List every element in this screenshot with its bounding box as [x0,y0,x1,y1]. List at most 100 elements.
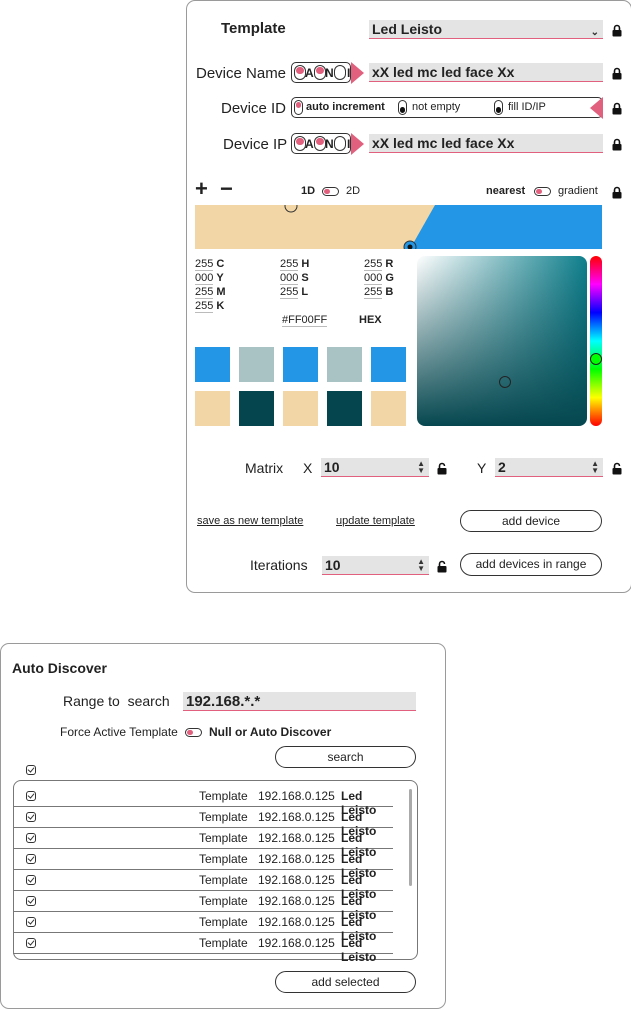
cmyk-c[interactable]: 255 C [195,258,224,271]
table-row[interactable]: Template 192.168.0.125 Led Leisto [13,911,393,943]
hue-slider[interactable] [590,256,602,426]
gradient-bar[interactable] [195,199,602,254]
swatch[interactable] [195,347,230,382]
row-checkbox[interactable] [26,791,36,801]
swatch[interactable] [327,347,362,382]
lock-icon[interactable] [612,138,622,151]
lock-icon[interactable] [612,102,622,115]
add-devices-in-range-button[interactable]: add devices in range [460,553,602,576]
template-select-value: Led Leisto [372,21,443,37]
device-ip-input[interactable]: xX led mc led face Xx [369,134,603,153]
range-input[interactable]: 192.168.*.* [183,692,416,711]
row-template: Template [199,831,248,845]
toggle-i[interactable] [334,136,346,151]
row-checkbox[interactable] [26,938,36,948]
interpolation-toggle[interactable] [534,187,551,196]
update-template-link[interactable]: update template [336,515,415,527]
force-template-label: Force Active Template [60,725,178,739]
swatch[interactable] [239,347,274,382]
hue-handle[interactable] [590,353,602,365]
stepper-icon[interactable]: ▲ ▼ [591,460,599,475]
device-name-ani-toggles[interactable]: A N I [291,62,351,83]
row-ip: 192.168.0.125 [258,789,335,803]
letter-i: I [347,137,351,151]
hex-input[interactable]: #FF00FF [282,314,328,327]
dimension-toggle[interactable] [322,187,339,196]
add-device-button[interactable]: add device [460,510,602,532]
table-row[interactable]: Template 192.168.0.125 Led Leisto [13,848,393,880]
table-row[interactable]: Template 192.168.0.125 Led Leisto [13,869,393,901]
template-label: Template [221,20,286,37]
hsl-l[interactable]: 255 L [280,286,308,299]
row-template: Template [199,852,248,866]
device-ip-ani-toggles[interactable]: A N I [291,133,351,154]
swatch[interactable] [195,391,230,426]
rgb-b[interactable]: 255 B [364,286,393,299]
row-ip: 192.168.0.125 [258,894,335,908]
select-all-checkbox[interactable] [26,765,36,775]
hsl-s[interactable]: 000 S [280,272,309,285]
row-name: Led Leisto [341,936,377,964]
scrollbar[interactable] [409,789,412,886]
lock-icon[interactable] [612,186,622,199]
row-checkbox[interactable] [26,812,36,822]
matrix-x-input[interactable]: 10 ▲ ▼ [321,458,429,477]
table-row[interactable]: Template 192.168.0.125 Led Leisto [13,932,393,964]
auto-increment-toggle[interactable] [294,100,303,115]
force-template-value[interactable]: Null or Auto Discover [209,725,331,739]
hsl-h[interactable]: 255 H [280,258,309,271]
swatch[interactable] [371,347,406,382]
swatch[interactable] [371,391,406,426]
row-ip: 192.168.0.125 [258,873,335,887]
device-ip-label: Device IP [223,136,288,153]
not-empty-toggle[interactable] [398,100,407,115]
matrix-y-input[interactable]: 2 ▲ ▼ [495,458,603,477]
device-id-options: auto increment not empty fill ID/IP [291,97,603,118]
lock-icon[interactable] [612,24,622,37]
rgb-r[interactable]: 255 R [364,258,393,271]
cmyk-k[interactable]: 255 K [195,300,224,313]
unlock-icon[interactable] [612,462,622,475]
add-selected-button[interactable]: add selected [275,971,416,993]
not-empty-label: not empty [412,101,461,113]
add-stop-button[interactable]: + [195,178,208,200]
device-ip-arrow-icon [351,133,364,155]
swatch[interactable] [239,391,274,426]
unlock-icon[interactable] [437,462,447,475]
swatch[interactable] [283,391,318,426]
cmyk-m[interactable]: 255 M [195,286,226,299]
swatch[interactable] [327,391,362,426]
remove-stop-button[interactable]: − [220,178,233,200]
picker-handle[interactable] [499,376,511,388]
toggle-i[interactable] [334,65,346,80]
search-button[interactable]: search [275,746,416,768]
stepper-icon[interactable]: ▲ ▼ [417,558,425,573]
force-template-toggle[interactable] [185,728,202,737]
table-row[interactable]: Template 192.168.0.125 Led Leisto [13,827,393,859]
hex-label: HEX [359,314,382,326]
swatch[interactable] [283,347,318,382]
template-select[interactable]: Led Leisto ⌄ [369,20,603,39]
rgb-g[interactable]: 000 G [364,272,394,285]
row-template: Template [199,915,248,929]
color-picker-area[interactable] [417,256,587,426]
fill-id-ip-toggle[interactable] [494,100,503,115]
row-checkbox[interactable] [26,854,36,864]
row-checkbox[interactable] [26,833,36,843]
cmyk-y[interactable]: 000 Y [195,272,224,285]
table-row[interactable]: Template 192.168.0.125 Led Leisto [13,785,393,817]
save-as-new-template-link[interactable]: save as new template [197,515,303,527]
matrix-label: Matrix [245,460,284,476]
gradient-stop-handle[interactable] [284,199,298,213]
row-checkbox[interactable] [26,875,36,885]
table-row[interactable]: Template 192.168.0.125 Led Leisto [13,806,393,838]
matrix-y-value: 2 [498,459,506,475]
lock-icon[interactable] [612,67,622,80]
row-checkbox[interactable] [26,917,36,927]
device-name-input[interactable]: xX led mc led face Xx [369,63,603,82]
iterations-input[interactable]: 10 ▲ ▼ [322,556,429,575]
table-row[interactable]: Template 192.168.0.125 Led Leisto [13,890,393,922]
unlock-icon[interactable] [437,560,447,573]
stepper-icon[interactable]: ▲ ▼ [417,460,425,475]
row-checkbox[interactable] [26,896,36,906]
